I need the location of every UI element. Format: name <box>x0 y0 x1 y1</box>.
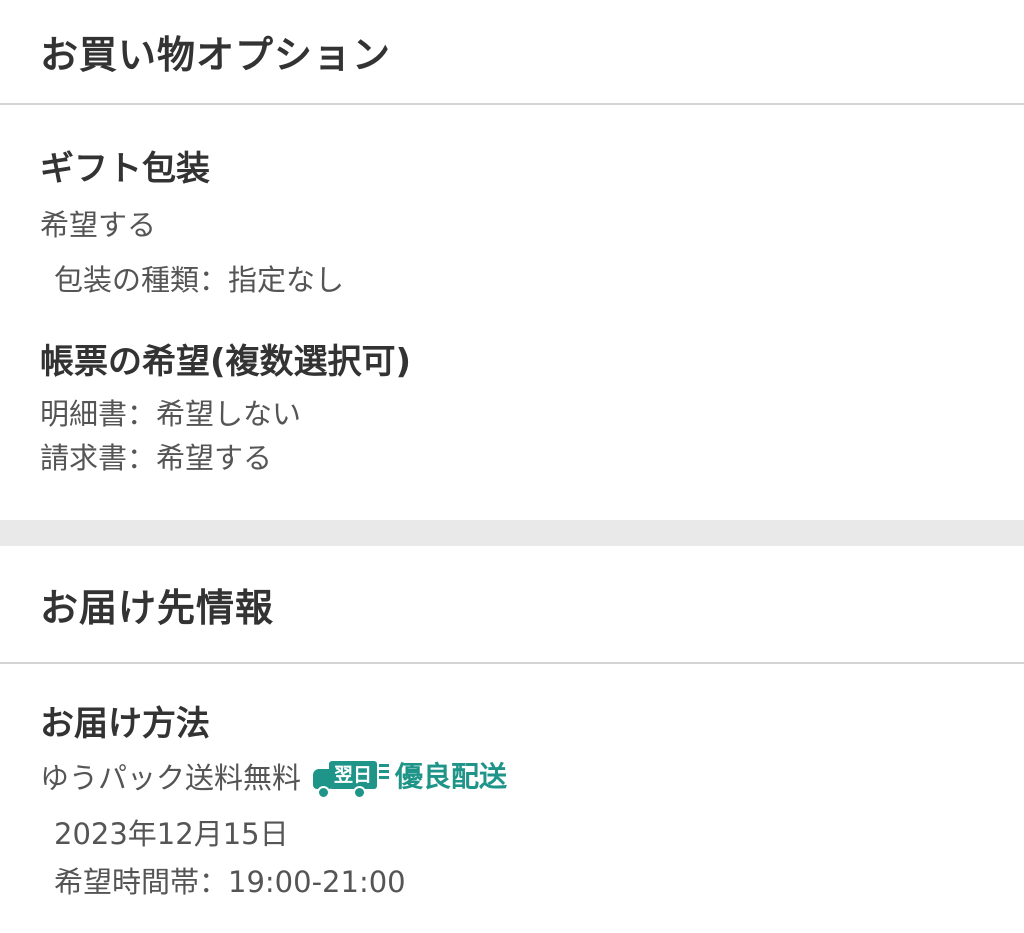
delivery-method-block: お届け方法 ゆうパック送料無料 翌日 優良配送 2023年12月15日 希望時間帯：… <box>0 664 1024 902</box>
delivery-info-section: お届け先情報 お届け方法 ゆうパック送料無料 翌日 優良配送 2023年12月15日… <box>0 546 1024 902</box>
delivery-carrier-line: ゆうパック送料無料 翌日 優良配送 <box>40 758 984 800</box>
truck-icon: 翌日 <box>313 761 390 799</box>
badge-truck-label: 翌日 <box>329 761 378 789</box>
shopping-options-section: お買い物オプション ギフト包装 希望する 包装の種類：指定なし 帳票の希望(複数… <box>0 0 1024 478</box>
invoice-title: 帳票の希望(複数選択可) <box>40 342 412 382</box>
delivery-date: 2023年12月15日 <box>54 817 289 851</box>
gift-wrap-type: 包装の種類：指定なし <box>54 263 345 297</box>
badge-text: 優良配送 <box>395 760 508 793</box>
delivery-method-title: お届け方法 <box>40 704 210 744</box>
delivery-info-header: お届け先情報 <box>0 546 1024 664</box>
gift-wrap-block: ギフト包装 希望する 包装の種類：指定なし <box>0 105 1024 300</box>
delivery-carrier: ゆうパック送料無料 <box>40 761 302 795</box>
delivery-time-slot: 希望時間帯：19:00-21:00 <box>54 865 406 899</box>
section-divider <box>0 520 1024 546</box>
shopping-options-title: お買い物オプション <box>40 33 392 77</box>
gift-wrap-value: 希望する <box>40 208 157 242</box>
shopping-options-header: お買い物オプション <box>0 0 1024 105</box>
delivery-info-title: お届け先情報 <box>40 585 275 630</box>
invoice-bill: 請求書：希望する <box>40 441 273 475</box>
excellent-delivery-badge: 翌日 優良配送 <box>313 757 508 799</box>
invoice-block: 帳票の希望(複数選択可) 明細書：希望しない 請求書：希望する <box>0 300 1024 478</box>
invoice-statement: 明細書：希望しない <box>40 397 302 431</box>
gift-wrap-title: ギフト包装 <box>40 149 210 189</box>
